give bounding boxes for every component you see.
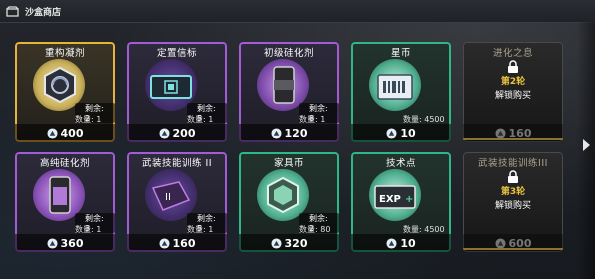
unlock-label: 解锁购买 [494, 201, 531, 211]
item-name: 武装技能训练 II [141, 158, 213, 169]
lock-icon [508, 170, 518, 183]
price-tag: 10 [351, 234, 451, 252]
positioning-beacon-icon [150, 75, 192, 99]
unlock-round: 第3轮 [500, 187, 526, 197]
price-tag: 600 [463, 234, 563, 252]
restructure-gel-icon [44, 66, 76, 104]
currency-icon [46, 127, 58, 139]
price-tag: 360 [15, 234, 115, 252]
exp-card-icon: EXP + [374, 185, 416, 209]
price-tag: 200 [127, 124, 227, 142]
item-quantity: 80 [320, 225, 331, 234]
svg-text:EXP: EXP [379, 194, 401, 205]
unlock-round: 第2轮 [500, 77, 526, 87]
shop-card[interactable]: 家具币 剩余: 2 数量: 80 320 [239, 152, 339, 252]
item-quantity: 4500 [424, 115, 445, 124]
currency-icon [386, 127, 397, 139]
price-tag: 120 [239, 124, 339, 142]
page-title: 沙盒商店 [25, 7, 62, 18]
item-quantity: 1 [320, 115, 326, 124]
locked-shop-card[interactable]: 武装技能训练III 第3轮 解锁购买 600 [463, 152, 563, 252]
item-name: 家具币 [273, 158, 304, 169]
item-name: 重构凝剂 [44, 48, 85, 59]
furniture-coin-icon [267, 176, 299, 214]
skill-training-manual-icon: II [151, 181, 191, 211]
high-purity-silicide-agent-icon [49, 176, 71, 214]
item-quantity: 1 [208, 225, 214, 234]
currency-icon [270, 237, 282, 249]
item-name: 武装技能训练III [478, 158, 548, 169]
currency-icon [494, 237, 506, 249]
shop-card[interactable]: 定置信标 剩余: 5 数量: 1 200 [127, 42, 227, 142]
currency-icon [270, 127, 282, 139]
next-page-arrow-icon[interactable] [583, 139, 590, 151]
item-name: 进化之息 [492, 48, 533, 59]
shop-card[interactable]: 重构凝剂 剩余: 2 数量: 1 400 [15, 42, 115, 142]
shop-card[interactable]: 高纯硅化剂 剩余: 3 数量: 1 360 [15, 152, 115, 252]
shop-card[interactable]: 星币 数量: 4500 10 [351, 42, 451, 142]
sandbox-box-icon [5, 5, 19, 17]
item-name: 星币 [390, 48, 411, 59]
item-quantity: 4500 [424, 225, 445, 234]
price-tag: 320 [239, 234, 339, 252]
item-quantity: 1 [96, 225, 102, 234]
currency-icon [386, 237, 397, 249]
shop-card[interactable]: 武装技能训练 II II 剩余: 5 数量: 1 160 [127, 152, 227, 252]
item-name: 定置信标 [156, 48, 197, 59]
currency-icon [158, 237, 170, 249]
svg-text:+: + [405, 194, 413, 205]
currency-icon [46, 237, 58, 249]
item-quantity: 1 [208, 115, 214, 124]
locked-shop-card[interactable]: 进化之息 第2轮 解锁购买 160 [463, 42, 563, 142]
shop-card[interactable]: 初级硅化剂 剩余: 8 数量: 1 120 [239, 42, 339, 142]
price-tag: 400 [15, 124, 115, 142]
price-tag: 160 [127, 234, 227, 252]
currency-icon [494, 127, 506, 139]
item-name: 初级硅化剂 [263, 48, 314, 59]
item-name: 技术点 [385, 158, 416, 169]
svg-text:II: II [165, 192, 171, 203]
shop-card[interactable]: 技术点 EXP + 数量: 4500 10 [351, 152, 451, 252]
basic-silicide-agent-icon [273, 66, 295, 104]
item-quantity: 1 [96, 115, 102, 124]
price-tag: 160 [463, 124, 563, 142]
lock-icon [508, 60, 518, 73]
star-coin-icon [377, 74, 413, 100]
price-tag: 10 [351, 124, 451, 142]
header-bar: 沙盒商店 [0, 0, 595, 23]
currency-icon [158, 127, 170, 139]
unlock-label: 解锁购买 [494, 91, 531, 101]
item-name: 高纯硅化剂 [39, 158, 90, 169]
